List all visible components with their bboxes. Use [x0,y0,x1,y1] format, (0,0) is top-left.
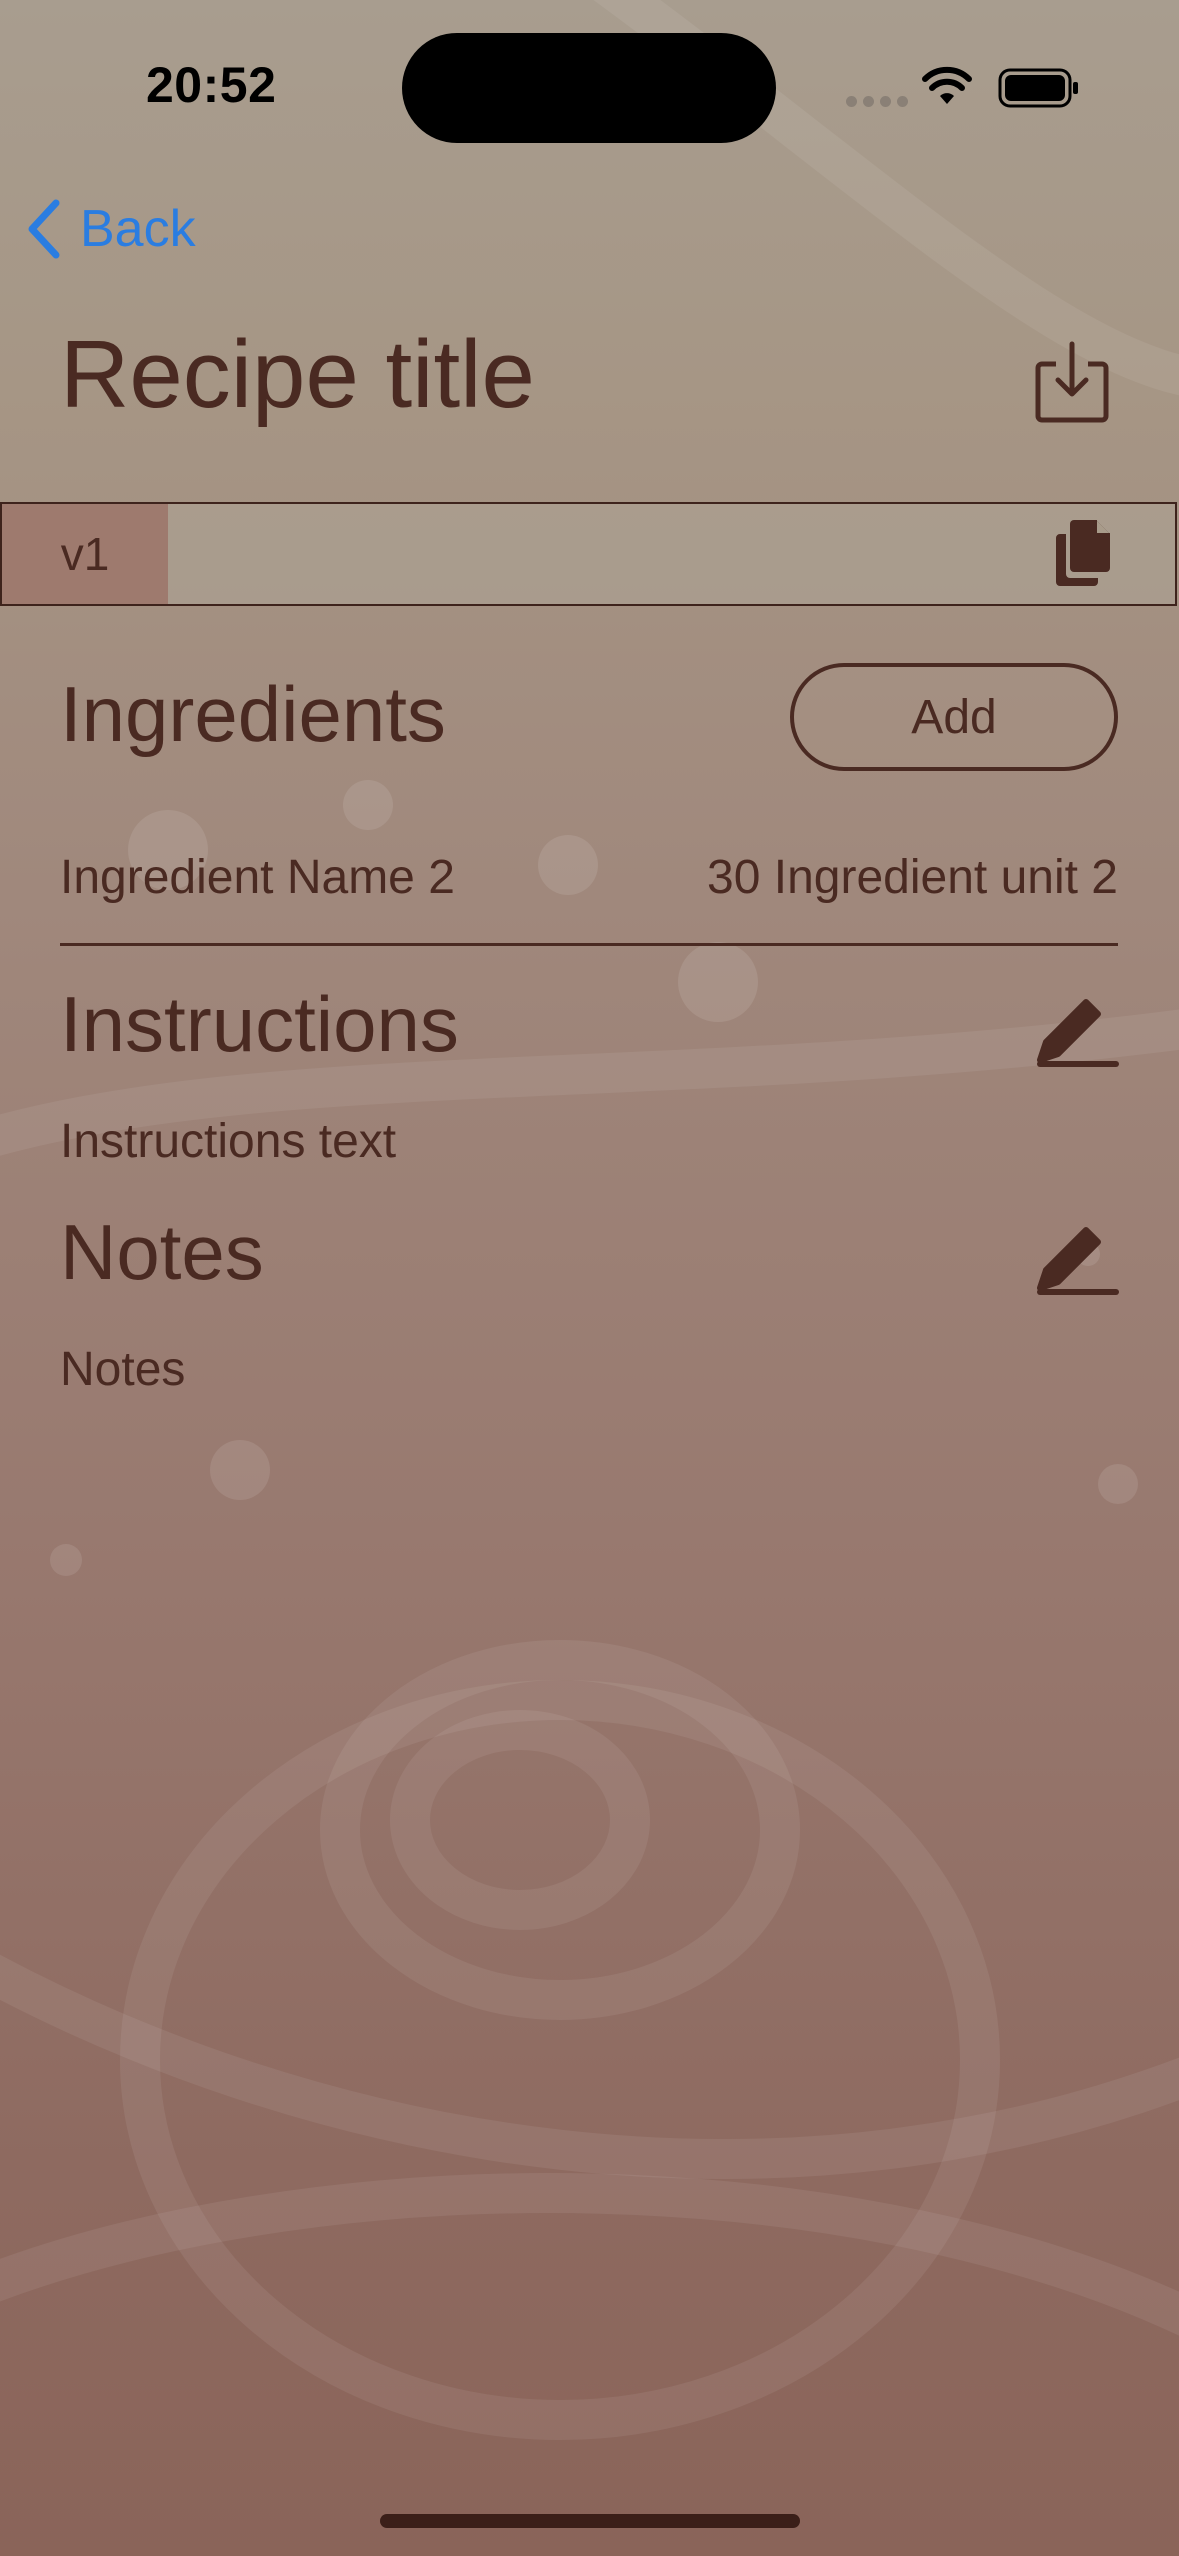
page-title: Recipe title [60,321,535,428]
ingredient-row[interactable]: Ingredient Name 2 30 Ingredient unit 2 [60,850,1118,946]
back-button[interactable]: Back [26,194,196,264]
notes-heading: Notes [60,1208,264,1296]
ingredient-name: Ingredient Name 2 [60,851,455,904]
copy-button[interactable] [1054,518,1116,588]
status-time: 20:52 [146,57,277,113]
home-indicator[interactable] [380,2514,800,2528]
version-bar: v1 [0,502,1177,606]
cellular-signal-icon [846,96,908,107]
instructions-text: Instructions text [60,1115,397,1168]
export-button[interactable] [1034,338,1110,424]
status-bar: 20:52 [0,0,1179,170]
add-ingredient-button[interactable]: Add [790,663,1118,771]
pencil-icon [1037,1227,1119,1295]
ingredients-heading: Ingredients [60,670,446,758]
dynamic-island [402,33,776,143]
pencil-icon [1037,999,1119,1067]
edit-notes-button[interactable] [1034,1222,1120,1298]
notes-text: Notes [60,1343,186,1396]
instructions-heading: Instructions [60,980,459,1068]
ingredient-amount: 30 Ingredient unit 2 [707,851,1118,904]
back-label: Back [80,200,196,258]
tray-arrow-down-icon [1035,341,1109,423]
copy-icon [1056,520,1110,586]
chevron-left-icon [28,199,60,259]
wifi-icon [922,66,972,104]
edit-instructions-button[interactable] [1034,994,1120,1070]
battery-icon [998,68,1078,108]
version-tab-v1[interactable]: v1 [2,504,168,604]
